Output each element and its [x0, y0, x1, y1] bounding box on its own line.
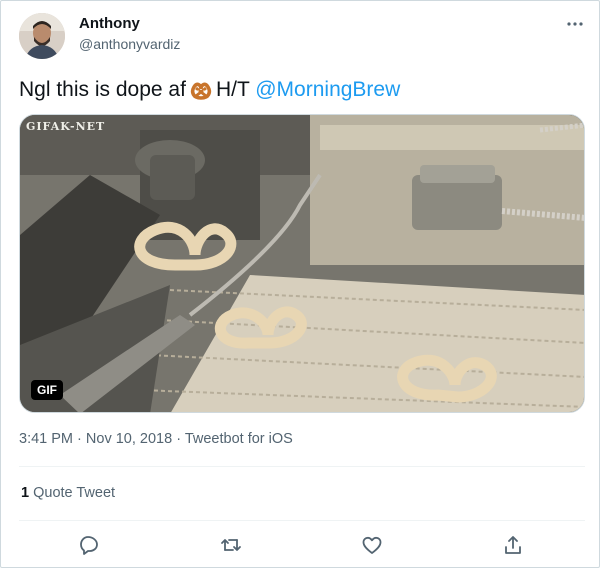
pretzel-emoji-icon: [189, 79, 213, 109]
retweet-icon[interactable]: [219, 533, 243, 557]
divider: [19, 520, 585, 521]
divider: [19, 466, 585, 467]
avatar[interactable]: [19, 13, 65, 59]
tweet-time[interactable]: 3:41 PM: [19, 431, 73, 447]
quote-count: 1: [21, 485, 30, 501]
tweet-meta: 3:41 PM · Nov 10, 2018 · Tweetbot for iO…: [19, 431, 293, 447]
gif-media[interactable]: GIFAK-NET GIF: [19, 114, 585, 413]
hat-tip-label: H/T: [215, 78, 250, 101]
quote-label: Quote Tweet: [33, 485, 116, 501]
author-handle[interactable]: @anthonyvardiz: [79, 36, 180, 52]
quote-tweets-link[interactable]: 1 Quote Tweet: [21, 485, 115, 501]
tweet-date[interactable]: Nov 10, 2018: [86, 431, 172, 447]
author-name[interactable]: Anthony: [79, 15, 140, 32]
tweet-text-body: Ngl this is dope af: [19, 78, 186, 101]
gif-watermark: GIFAK-NET: [26, 120, 106, 133]
tweet-text: Ngl this is dope af H/T @MorningBrew: [19, 76, 400, 109]
tweet-card: Anthony @anthonyvardiz Ngl this is dope …: [0, 0, 600, 568]
gif-badge: GIF: [31, 380, 63, 400]
meta-separator: ·: [77, 431, 82, 447]
meta-separator: ·: [176, 431, 182, 447]
mention-link[interactable]: @MorningBrew: [255, 78, 400, 101]
tweet-source[interactable]: Tweetbot for iOS: [185, 431, 293, 447]
share-icon[interactable]: [501, 533, 525, 557]
pretzel-conveyor-gif: [20, 115, 584, 412]
like-icon[interactable]: [360, 533, 384, 557]
reply-icon[interactable]: [77, 533, 101, 557]
more-options-icon[interactable]: [563, 14, 587, 34]
avatar-photo-icon: [19, 13, 65, 59]
